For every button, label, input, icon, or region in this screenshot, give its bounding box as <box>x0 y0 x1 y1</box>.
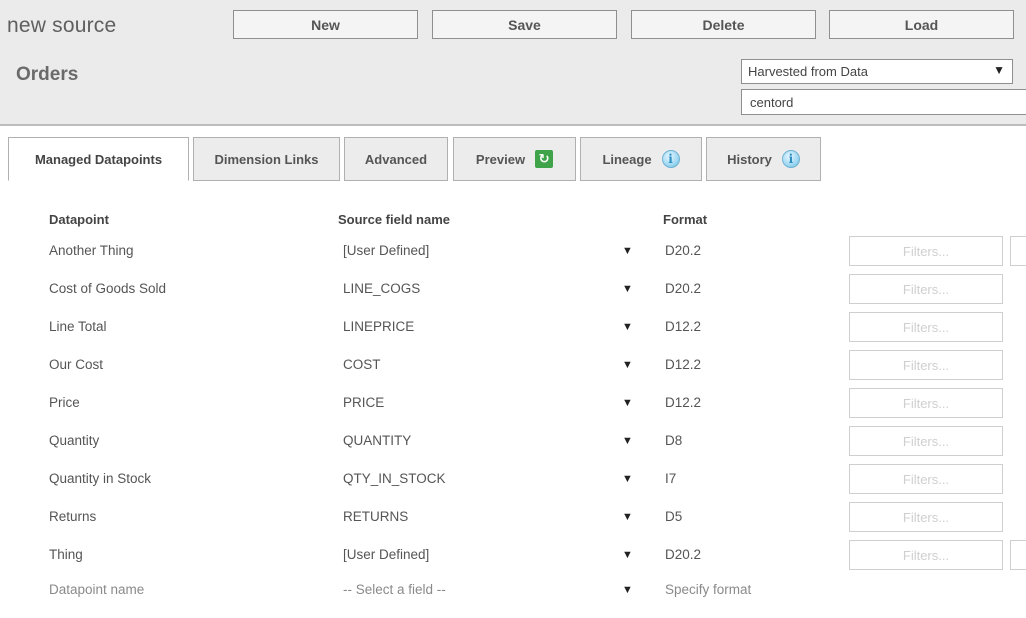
dropdown-arrow-icon[interactable]: ▼ <box>622 507 633 527</box>
filters-button[interactable]: Filters... <box>849 350 1003 380</box>
datapoint-name[interactable]: Line Total <box>49 317 107 337</box>
tab-label: Dimension Links <box>214 151 319 167</box>
format-value[interactable]: D12.2 <box>665 355 701 375</box>
datapoint-name[interactable]: Price <box>49 393 80 413</box>
source-field-select[interactable]: QTY_IN_STOCK <box>343 469 446 489</box>
source-name: Orders <box>16 64 79 85</box>
tab-lineage[interactable]: Lineage i <box>580 137 702 181</box>
source-field-select[interactable]: LINE_COGS <box>343 279 420 299</box>
format-value[interactable]: D20.2 <box>665 241 701 261</box>
column-header-format: Format <box>663 212 708 227</box>
tab-dimension-links[interactable]: Dimension Links <box>193 137 340 181</box>
dropdown-arrow-icon[interactable]: ▼ <box>622 355 633 375</box>
source-field-select[interactable]: -- Select a field -- <box>343 580 446 600</box>
datapoint-name[interactable]: Returns <box>49 507 96 527</box>
source-field-select[interactable]: COST <box>343 355 381 375</box>
column-header-datapoint: Datapoint <box>49 212 109 227</box>
datapoint-name[interactable]: Quantity in Stock <box>49 469 151 489</box>
refresh-icon[interactable]: ↻ <box>535 150 554 168</box>
tab-label: Advanced <box>364 151 428 167</box>
source-field-select[interactable]: [User Defined] <box>343 241 429 261</box>
datapoint-name[interactable]: Another Thing <box>49 241 134 261</box>
datapoint-name[interactable]: Quantity <box>49 431 99 451</box>
datapoint-name[interactable]: Our Cost <box>49 355 103 375</box>
info-icon[interactable]: i <box>781 150 800 168</box>
load-button[interactable]: Load <box>829 10 1014 39</box>
dropdown-arrow-icon[interactable]: ▼ <box>622 545 633 565</box>
source-header: new source New Save Delete Load Orders H… <box>0 0 1026 126</box>
format-value[interactable]: D20.2 <box>665 279 701 299</box>
filters-button[interactable]: Filters... <box>849 312 1003 342</box>
tab-advanced[interactable]: Advanced <box>344 137 448 181</box>
format-value[interactable]: D5 <box>665 507 682 527</box>
dropdown-arrow-icon[interactable]: ▼ <box>622 317 633 337</box>
dropdown-arrow-icon[interactable]: ▼ <box>622 469 633 489</box>
tab-label: Lineage <box>602 151 652 167</box>
filters-button[interactable]: Filters... <box>849 388 1003 418</box>
format-value[interactable]: D8 <box>665 431 682 451</box>
table-name-field[interactable]: centord <box>741 89 1026 115</box>
source-title: new source <box>7 14 117 37</box>
info-icon[interactable]: i <box>661 150 680 168</box>
tab-label: Managed Datapoints <box>34 151 163 167</box>
row-extra-button[interactable] <box>1010 236 1026 266</box>
tab-bar: Managed Datapoints Dimension Links Advan… <box>0 137 1026 181</box>
dropdown-arrow-icon: ▼ <box>993 63 1005 77</box>
datapoint-name-input[interactable]: Datapoint name <box>49 580 144 600</box>
source-field-select[interactable]: RETURNS <box>343 507 408 527</box>
table-row: Thing [User Defined] ▼ D20.2 Filters... <box>0 540 1026 583</box>
source-field-select[interactable]: LINEPRICE <box>343 317 414 337</box>
source-field-select[interactable]: PRICE <box>343 393 384 413</box>
source-field-select[interactable]: [User Defined] <box>343 545 429 565</box>
dropdown-arrow-icon[interactable]: ▼ <box>622 431 633 451</box>
filters-button[interactable]: Filters... <box>849 274 1003 304</box>
dropdown-arrow-icon[interactable]: ▼ <box>622 241 633 261</box>
filters-button[interactable]: Filters... <box>849 502 1003 532</box>
dropdown-arrow-icon[interactable]: ▼ <box>622 393 633 413</box>
filters-button[interactable]: Filters... <box>849 426 1003 456</box>
tab-preview[interactable]: Preview ↻ <box>453 137 576 181</box>
filters-button[interactable]: Filters... <box>849 540 1003 570</box>
save-button[interactable]: Save <box>432 10 617 39</box>
filters-button[interactable]: Filters... <box>849 236 1003 266</box>
column-header-source-field: Source field name <box>338 212 450 227</box>
tab-label: Preview <box>475 151 526 167</box>
format-value[interactable]: D12.2 <box>665 317 701 337</box>
dropdown-arrow-icon[interactable]: ▼ <box>622 279 633 299</box>
tab-label: History <box>727 151 772 167</box>
origin-select-value: Harvested from Data <box>748 64 868 79</box>
format-value[interactable]: D12.2 <box>665 393 701 413</box>
filters-button[interactable]: Filters... <box>849 464 1003 494</box>
new-button[interactable]: New <box>233 10 418 39</box>
format-value[interactable]: I7 <box>665 469 676 489</box>
new-datapoint-row: Datapoint name -- Select a field -- ▼ Sp… <box>0 580 1026 618</box>
tab-history[interactable]: History i <box>706 137 821 181</box>
tab-managed-datapoints[interactable]: Managed Datapoints <box>8 137 189 181</box>
dropdown-arrow-icon[interactable]: ▼ <box>622 580 633 600</box>
format-value[interactable]: D20.2 <box>665 545 701 565</box>
source-field-select[interactable]: QUANTITY <box>343 431 411 451</box>
format-input[interactable]: Specify format <box>665 580 751 600</box>
delete-button[interactable]: Delete <box>631 10 816 39</box>
origin-select[interactable]: Harvested from Data ▼ <box>741 59 1013 84</box>
datapoint-name[interactable]: Thing <box>49 545 83 565</box>
datapoint-name[interactable]: Cost of Goods Sold <box>49 279 166 299</box>
row-extra-button[interactable] <box>1010 540 1026 570</box>
table-name-value: centord <box>750 95 794 110</box>
